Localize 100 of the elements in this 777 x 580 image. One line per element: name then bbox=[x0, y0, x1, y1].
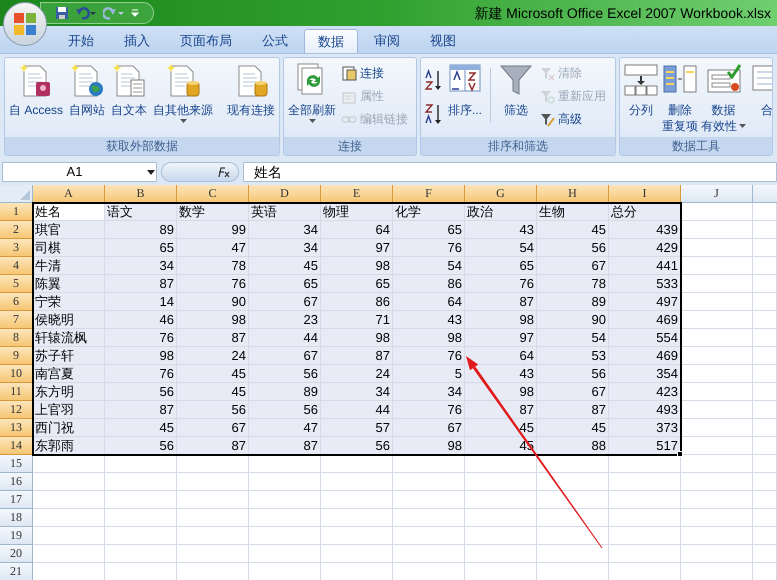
column-header[interactable]: E bbox=[321, 185, 393, 203]
row-header[interactable]: 8 bbox=[0, 329, 33, 347]
table-cell: 生物 bbox=[537, 203, 609, 221]
save-icon[interactable] bbox=[55, 6, 69, 20]
ribbon-button[interactable]: 全部刷新 bbox=[287, 62, 337, 124]
table-cell: 56 bbox=[249, 365, 321, 383]
ribbon-button[interactable]: 自 Access bbox=[8, 62, 64, 118]
table-cell: 政治 bbox=[465, 203, 537, 221]
split-columns-icon bbox=[623, 62, 659, 98]
table-cell: 54 bbox=[393, 257, 465, 275]
row-header[interactable]: 5 bbox=[0, 275, 33, 293]
row-header[interactable]: 1 bbox=[0, 203, 33, 221]
column-header[interactable]: I bbox=[609, 185, 681, 203]
table-cell: 87 bbox=[105, 275, 177, 293]
ribbon-tab[interactable]: 审阅 bbox=[360, 29, 414, 53]
ribbon-tab[interactable]: 开始 bbox=[54, 29, 108, 53]
ribbon-button[interactable]: 分列 bbox=[622, 62, 660, 118]
row-header[interactable]: 20 bbox=[0, 545, 33, 563]
row-header[interactable]: 15 bbox=[0, 455, 33, 473]
table-cell: 67 bbox=[393, 419, 465, 437]
row-header[interactable]: 17 bbox=[0, 491, 33, 509]
table-cell: 南宫夏 bbox=[33, 365, 105, 383]
row-header[interactable]: 3 bbox=[0, 239, 33, 257]
row-header[interactable]: 14 bbox=[0, 437, 33, 455]
ribbon-tab[interactable]: 页面布局 bbox=[166, 29, 246, 53]
sort-ascending-icon[interactable] bbox=[424, 68, 442, 92]
ribbon-tab[interactable]: 视图 bbox=[416, 29, 470, 53]
ribbon-button[interactable]: 现有连接 bbox=[226, 62, 276, 118]
table-cell: 43 bbox=[465, 221, 537, 239]
table-cell: 76 bbox=[465, 275, 537, 293]
table-cell: 64 bbox=[465, 347, 537, 365]
ribbon-button[interactable]: 高级 bbox=[539, 108, 606, 130]
row-header[interactable]: 4 bbox=[0, 257, 33, 275]
column-header[interactable]: G bbox=[465, 185, 537, 203]
table-cell: 34 bbox=[249, 239, 321, 257]
name-box[interactable]: A1 bbox=[2, 162, 157, 182]
ribbon-button[interactable]: 自文本 bbox=[110, 62, 148, 118]
ribbon-button[interactable]: 删除 重复项 bbox=[661, 62, 699, 134]
ribbon-tab[interactable]: 数据 bbox=[304, 29, 358, 53]
table-cell: 47 bbox=[177, 239, 249, 257]
ribbon-button[interactable]: 排序... bbox=[446, 62, 484, 118]
row-header[interactable]: 7 bbox=[0, 311, 33, 329]
ribbon-tab[interactable]: 公式 bbox=[248, 29, 302, 53]
ribbon-button[interactable]: 连接 bbox=[341, 62, 408, 84]
table-cell: 34 bbox=[249, 221, 321, 239]
table-cell: 56 bbox=[177, 401, 249, 419]
column-header[interactable]: F bbox=[393, 185, 465, 203]
table-cell: 53 bbox=[537, 347, 609, 365]
table-cell: 78 bbox=[537, 275, 609, 293]
column-header[interactable]: C bbox=[177, 185, 249, 203]
row-header[interactable]: 19 bbox=[0, 527, 33, 545]
customize-caret-icon[interactable] bbox=[131, 8, 139, 18]
table-cell: 65 bbox=[249, 275, 321, 293]
table-cell: 86 bbox=[321, 293, 393, 311]
column-header[interactable]: D bbox=[249, 185, 321, 203]
table-cell: 34 bbox=[105, 257, 177, 275]
row-header[interactable]: 12 bbox=[0, 401, 33, 419]
row-header[interactable]: 6 bbox=[0, 293, 33, 311]
row-header[interactable]: 16 bbox=[0, 473, 33, 491]
ribbon-tab[interactable]: 插入 bbox=[110, 29, 164, 53]
advanced-filter-icon bbox=[539, 111, 555, 127]
row-header[interactable]: 10 bbox=[0, 365, 33, 383]
row-header[interactable]: 21 bbox=[0, 563, 33, 580]
ribbon-button[interactable]: 自网站 bbox=[68, 62, 106, 118]
dropdown-caret-icon bbox=[146, 168, 156, 176]
office-logo-icon bbox=[12, 11, 38, 37]
column-header[interactable]: J bbox=[681, 185, 753, 203]
row-header[interactable]: 9 bbox=[0, 347, 33, 365]
sort-descending-icon[interactable] bbox=[424, 102, 442, 126]
fill-handle[interactable] bbox=[677, 451, 683, 457]
table-cell: 423 bbox=[609, 383, 681, 401]
document-globe-icon bbox=[69, 62, 106, 98]
table-cell: 517 bbox=[609, 437, 681, 455]
row-header[interactable]: 11 bbox=[0, 383, 33, 401]
ribbon-button[interactable]: 数据 有效性 bbox=[700, 62, 747, 134]
table-cell: 87 bbox=[321, 347, 393, 365]
table-cell: 65 bbox=[393, 221, 465, 239]
row-header[interactable]: 13 bbox=[0, 419, 33, 437]
group-label: 排序和筛选 bbox=[421, 137, 615, 155]
ribbon-button[interactable]: 自其他来源 bbox=[152, 62, 214, 124]
table-cell: 45 bbox=[537, 221, 609, 239]
row-header[interactable]: 2 bbox=[0, 221, 33, 239]
table-cell: 67 bbox=[249, 347, 321, 365]
table-cell: 54 bbox=[537, 329, 609, 347]
undo-icon[interactable] bbox=[75, 6, 97, 20]
column-header[interactable]: H bbox=[537, 185, 609, 203]
ribbon-button[interactable]: 筛选 bbox=[497, 62, 535, 118]
table-cell: 56 bbox=[105, 383, 177, 401]
table-cell: 东郭雨 bbox=[33, 437, 105, 455]
table-cell: 34 bbox=[321, 383, 393, 401]
table-cell: 67 bbox=[177, 419, 249, 437]
formula-field[interactable]: 姓名 bbox=[243, 162, 777, 182]
column-header[interactable]: B bbox=[105, 185, 177, 203]
column-header[interactable]: A bbox=[33, 185, 105, 203]
row-header[interactable]: 18 bbox=[0, 509, 33, 527]
table-cell: 琪官 bbox=[33, 221, 105, 239]
table-cell: 87 bbox=[249, 437, 321, 455]
function-icon[interactable] bbox=[216, 166, 230, 178]
table-cell: 34 bbox=[393, 383, 465, 401]
table-cell: 76 bbox=[105, 329, 177, 347]
